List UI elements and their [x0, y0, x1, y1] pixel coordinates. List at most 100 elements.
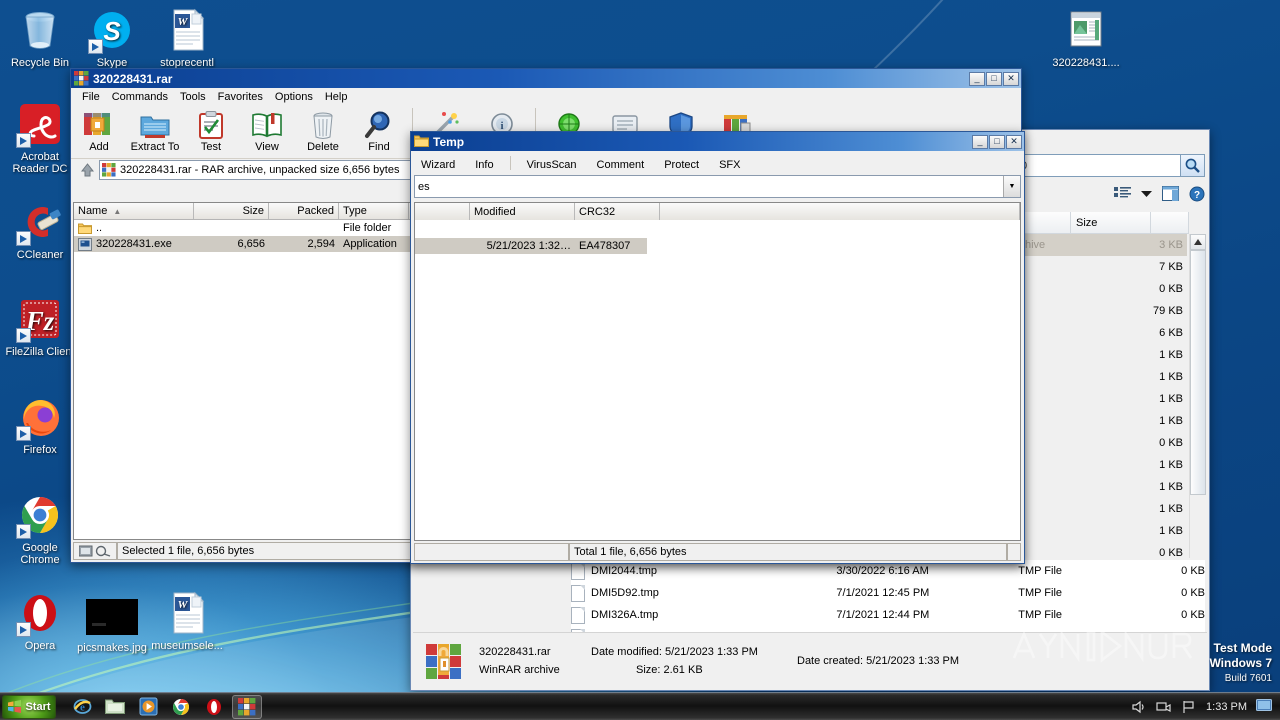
- explorer-size-cell[interactable]: 0 KB: [1047, 432, 1187, 454]
- column-header-size[interactable]: Size: [1071, 212, 1151, 234]
- desktop-icon-firefox[interactable]: Firefox: [4, 393, 76, 456]
- taskbar-item-chrome[interactable]: [166, 695, 196, 719]
- start-button[interactable]: Start: [2, 694, 56, 719]
- column-header-packed[interactable]: Packed: [269, 203, 339, 219]
- explorer-vertical-scrollbar[interactable]: [1189, 234, 1206, 558]
- explorer-size-cell[interactable]: 1 KB: [1047, 520, 1187, 542]
- desktop-icon-filezilla[interactable]: Fz FileZilla Client: [4, 295, 76, 358]
- minimize-button[interactable]: _: [972, 134, 988, 149]
- explorer-selected-row[interactable]: hive 3 KB: [1019, 234, 1187, 256]
- column-header-type[interactable]: Type: [339, 203, 409, 219]
- column-header-crc32[interactable]: CRC32: [575, 203, 660, 220]
- search-icon[interactable]: [1181, 154, 1205, 177]
- chevron-down-icon[interactable]: [1141, 189, 1152, 201]
- explorer-size-cell[interactable]: 7 KB: [1047, 256, 1187, 278]
- menu-item-help[interactable]: Help: [319, 90, 354, 104]
- search-input[interactable]: 0: [1015, 154, 1181, 177]
- explorer-size-cell[interactable]: 1 KB: [1047, 388, 1187, 410]
- explorer-file-row[interactable]: DMI326A.tmp 7/1/2021 12:44 PM TMP File 0 KB: [571, 604, 1205, 626]
- clock[interactable]: 1:33 PM: [1206, 701, 1247, 713]
- explorer-size-cell[interactable]: 6 KB: [1047, 322, 1187, 344]
- temp-toolbar-button-wizard[interactable]: Wizard: [411, 159, 465, 173]
- chevron-down-icon[interactable]: ▼: [1003, 176, 1020, 197]
- temp-toolbar-button-comment[interactable]: Comment: [587, 159, 655, 173]
- scroll-up-icon[interactable]: [1190, 234, 1206, 250]
- desktop-icon-museumsele[interactable]: W museumsele...: [151, 589, 223, 652]
- winrar-menubar[interactable]: File Commands Tools Favorites Options Help: [71, 88, 1021, 105]
- help-icon[interactable]: ?: [1189, 186, 1205, 205]
- system-tray[interactable]: 1:33 PM: [1131, 698, 1280, 715]
- explorer-size-cell[interactable]: 1 KB: [1047, 366, 1187, 388]
- desktop-icon-picsmakes-jpg[interactable]: picsmakes.jpg: [76, 597, 148, 654]
- temp-toolbar-button-protect[interactable]: Protect: [654, 159, 709, 173]
- column-header-name[interactable]: Name ▲: [74, 203, 194, 219]
- desktop-icon-ccleaner[interactable]: CCleaner: [4, 198, 76, 261]
- explorer-search-box[interactable]: 0: [1015, 154, 1205, 177]
- desktop-icon-opera[interactable]: Opera: [4, 589, 76, 652]
- temp-toolbar[interactable]: Wizard Info VirusScan Comment Protect SFX: [411, 151, 1024, 173]
- menu-item-tools[interactable]: Tools: [174, 90, 212, 104]
- explorer-size-cell[interactable]: 1 KB: [1047, 344, 1187, 366]
- temp-titlebar[interactable]: Temp _ □ ✕: [411, 132, 1024, 151]
- toolbar-button-view[interactable]: View: [239, 108, 295, 153]
- winrar-titlebar[interactable]: 320228431.rar _ □ ✕: [71, 69, 1021, 88]
- temp-toolbar-button-sfx[interactable]: SFX: [709, 159, 750, 173]
- toolbar-button-delete[interactable]: Delete: [295, 108, 351, 153]
- temp-toolbar-button-info[interactable]: Info: [465, 159, 503, 173]
- view-list-icon[interactable]: [1114, 186, 1131, 204]
- menu-item-options[interactable]: Options: [269, 90, 319, 104]
- taskbar-item-internet-explorer[interactable]: e: [67, 695, 97, 719]
- close-button[interactable]: ✕: [1006, 134, 1022, 149]
- winrar-window-buttons[interactable]: _ □ ✕: [969, 71, 1019, 86]
- explorer-view-toolbar[interactable]: ?: [1015, 182, 1205, 208]
- menu-item-file[interactable]: File: [76, 90, 106, 104]
- temp-column-headers[interactable]: Modified CRC32: [415, 203, 1020, 220]
- temp-toolbar-button-virusscan[interactable]: VirusScan: [517, 159, 587, 173]
- temp-window[interactable]: Temp _ □ ✕ Wizard Info VirusScan Comment Pro…: [410, 131, 1025, 564]
- desktop-icon-recycle-bin[interactable]: Recycle Bin: [4, 6, 76, 69]
- taskbar-item-explorer[interactable]: [100, 695, 130, 719]
- explorer-size-cell[interactable]: 0 KB: [1047, 278, 1187, 300]
- temp-row[interactable]: 5/21/2023 1:32… EA478307: [415, 238, 647, 254]
- explorer-size-cell[interactable]: 1 KB: [1047, 410, 1187, 432]
- scrollbar-thumb[interactable]: [1190, 250, 1206, 495]
- desktop-icon-acrobat-reader[interactable]: Acrobat Reader DC: [4, 100, 76, 175]
- explorer-file-list[interactable]: DMI2044.tmp 3/30/2022 6:16 AM TMP File 0 KB…: [571, 560, 1205, 632]
- toolbar-button-test[interactable]: Test: [183, 108, 239, 153]
- taskbar-item-media-player[interactable]: [133, 695, 163, 719]
- toolbar-button-add[interactable]: Add: [71, 108, 127, 153]
- temp-address-bar[interactable]: es ▼: [414, 175, 1021, 198]
- temp-window-buttons[interactable]: _ □ ✕: [972, 134, 1022, 149]
- toolbar-button-extract-to[interactable]: Extract To: [127, 108, 183, 153]
- action-center-flag-icon[interactable]: [1181, 699, 1197, 715]
- explorer-column-headers[interactable]: Size: [1015, 212, 1205, 234]
- column-header-modified[interactable]: Modified: [470, 203, 575, 220]
- explorer-size-cell[interactable]: 1 KB: [1047, 476, 1187, 498]
- explorer-size-cell[interactable]: 79 KB: [1047, 300, 1187, 322]
- taskbar-item-winrar[interactable]: [232, 694, 262, 719]
- maximize-button[interactable]: □: [986, 71, 1002, 86]
- minimize-button[interactable]: _: [969, 71, 985, 86]
- desktop-icon-google-chrome[interactable]: Google Chrome: [4, 491, 76, 566]
- desktop-icon-stoprecentl[interactable]: W stoprecentl: [151, 6, 223, 69]
- volume-icon[interactable]: [1131, 699, 1147, 715]
- temp-file-list[interactable]: Modified CRC32 5/21/2023 1:32… EA478307: [414, 202, 1021, 541]
- network-icon[interactable]: [1156, 699, 1172, 715]
- desktop-icon-320228431[interactable]: 320228431....: [1050, 6, 1122, 69]
- explorer-size-cell[interactable]: 1 KB: [1047, 454, 1187, 476]
- column-header-size[interactable]: Size: [194, 203, 269, 219]
- taskbar-items[interactable]: e: [64, 694, 262, 719]
- preview-pane-icon[interactable]: [1162, 186, 1179, 204]
- close-button[interactable]: ✕: [1003, 71, 1019, 86]
- maximize-button[interactable]: □: [989, 134, 1005, 149]
- show-desktop-icon[interactable]: [1256, 698, 1272, 715]
- taskbar[interactable]: Start e 1:33 PM: [0, 692, 1280, 720]
- explorer-size-cell[interactable]: 1 KB: [1047, 498, 1187, 520]
- menu-item-commands[interactable]: Commands: [106, 90, 174, 104]
- toolbar-button-find[interactable]: Find: [351, 108, 407, 153]
- menu-item-favorites[interactable]: Favorites: [212, 90, 269, 104]
- up-arrow-icon[interactable]: [75, 160, 99, 180]
- explorer-file-row[interactable]: DMI5D92.tmp 7/1/2021 12:45 PM TMP File 0 KB: [571, 582, 1205, 604]
- taskbar-item-opera[interactable]: [199, 695, 229, 719]
- resize-grip-icon[interactable]: [1007, 543, 1021, 561]
